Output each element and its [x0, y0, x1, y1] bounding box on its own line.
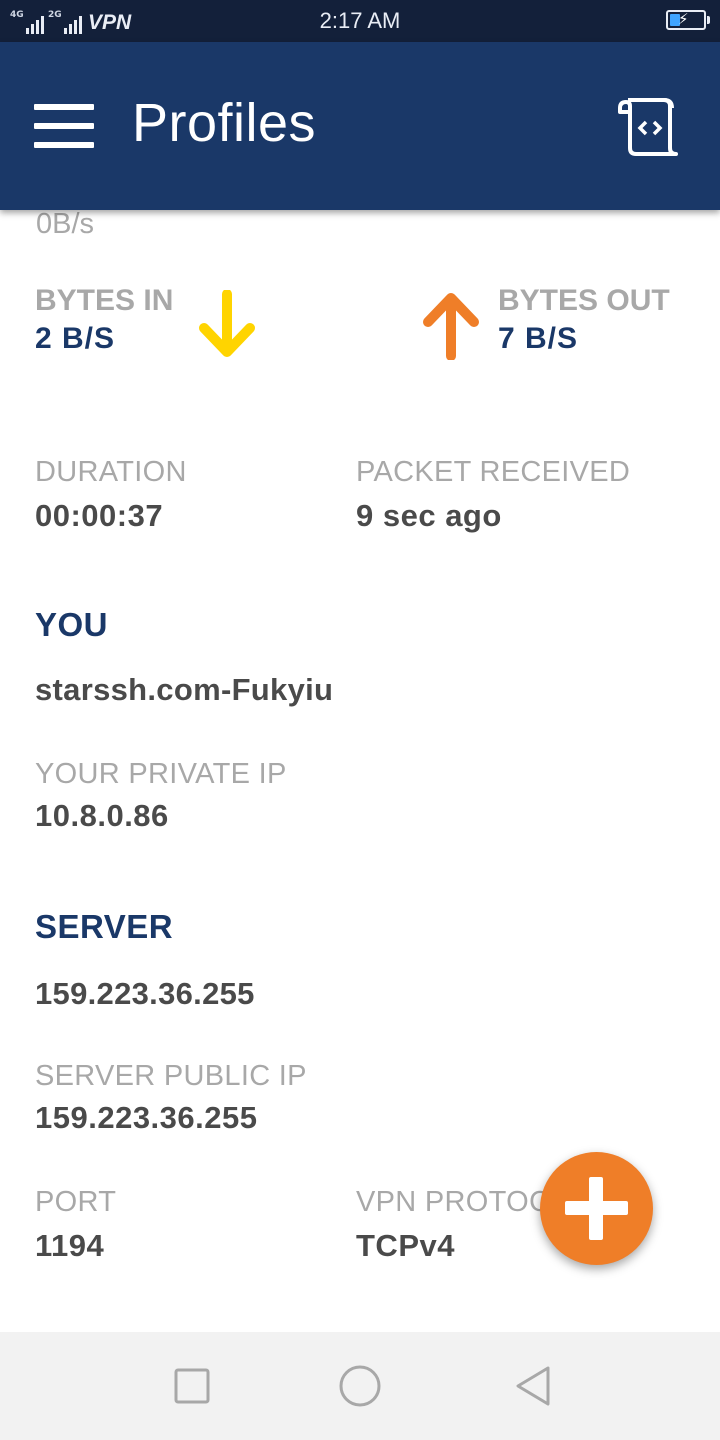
- status-time: 2:17 AM: [319, 8, 401, 33]
- bytes-in-value: 2 B/S: [35, 322, 116, 355]
- packet-received-value: 9 sec ago: [356, 498, 502, 533]
- server-heading: SERVER: [35, 908, 174, 945]
- port-label: PORT: [35, 1186, 117, 1218]
- page-title: Profiles: [132, 93, 317, 153]
- bytes-out-value: 7 B/S: [498, 322, 579, 355]
- system-nav-bar: [0, 1332, 720, 1440]
- server-public-ip-value: 159.223.36.255: [35, 1100, 258, 1135]
- server-public-ip-label: SERVER PUBLIC IP: [35, 1060, 307, 1092]
- private-ip-label: YOUR PRIVATE IP: [35, 758, 287, 790]
- vpn-protocol-value: TCPv4: [356, 1228, 455, 1263]
- charging-bolt-icon: ⚡: [678, 11, 689, 28]
- plus-icon-stem: [589, 1177, 603, 1240]
- arrow-up-icon: [423, 293, 479, 360]
- packet-received-label: PACKET RECEIVED: [356, 456, 631, 488]
- you-heading: YOU: [35, 606, 109, 643]
- port-value: 1194: [35, 1228, 105, 1263]
- log-scroll-icon[interactable]: [614, 92, 680, 162]
- square-recents-icon[interactable]: [170, 1364, 214, 1408]
- bytes-out-label: BYTES OUT: [498, 284, 670, 317]
- profile-name: starssh.com-Fukyiu: [35, 672, 334, 707]
- circle-home-icon[interactable]: [338, 1364, 382, 1408]
- arrow-down-icon: [199, 290, 255, 357]
- add-profile-button[interactable]: [540, 1152, 653, 1265]
- duration-label: DURATION: [35, 456, 187, 488]
- app-bar: Profiles: [0, 42, 720, 210]
- bytes-in-label: BYTES IN: [35, 284, 174, 317]
- rate-partial-text: 0B/s: [36, 208, 95, 240]
- triangle-back-icon[interactable]: [510, 1364, 554, 1408]
- status-bar: 4G 2G VPN 2:17 AM ⚡: [0, 0, 720, 42]
- battery-icon: ⚡: [666, 10, 710, 30]
- hamburger-menu-icon[interactable]: [34, 104, 94, 148]
- private-ip-value: 10.8.0.86: [35, 798, 169, 833]
- duration-value: 00:00:37: [35, 498, 164, 533]
- server-address: 159.223.36.255: [35, 976, 255, 1011]
